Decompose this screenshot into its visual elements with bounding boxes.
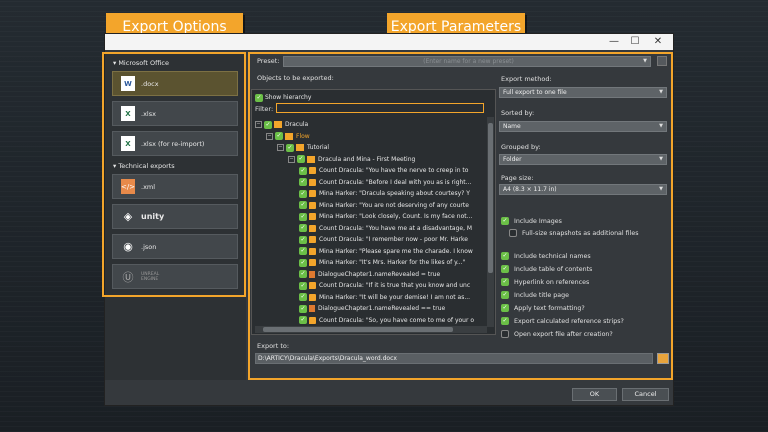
ok-button[interactable]: OK [572,388,617,401]
export-options-highlight [102,52,246,297]
cancel-button[interactable]: Cancel [622,388,669,401]
maximize-button[interactable]: ☐ [628,35,642,49]
close-button[interactable]: ✕ [651,35,665,49]
title-bar: — ☐ ✕ [105,34,673,50]
export-parameters-highlight [248,52,673,380]
minimize-button[interactable]: — [607,35,621,49]
